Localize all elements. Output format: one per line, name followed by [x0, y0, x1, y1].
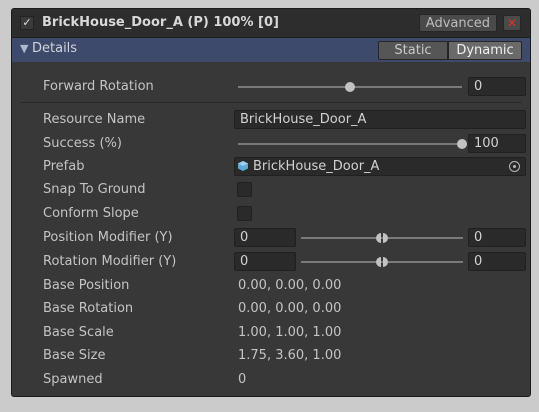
conform-slope-label: Conform Slope: [43, 206, 139, 221]
close-button[interactable]: ✕: [503, 15, 521, 31]
position-modifier-range-handle[interactable]: [376, 233, 388, 243]
spawned-value: 0: [238, 372, 247, 387]
rotation-modifier-max-input[interactable]: 0: [468, 252, 526, 271]
foldout-arrow-icon: ▼: [20, 42, 29, 55]
success-slider-track[interactable]: [238, 143, 462, 145]
forward-rotation-label: Forward Rotation: [43, 79, 154, 94]
base-position-label: Base Position: [43, 278, 130, 293]
base-size-value: 1.75, 3.60, 1.00: [238, 348, 342, 363]
details-foldout-header[interactable]: ▼ Details Static Dynamic: [12, 38, 530, 62]
position-modifier-max-input[interactable]: 0: [468, 228, 526, 247]
section-divider: [20, 102, 522, 103]
resource-name-input[interactable]: BrickHouse_Door_A: [234, 110, 526, 129]
spawner-inspector-panel: ✓ BrickHouse_Door_A (P) 100% [0] Advance…: [11, 8, 531, 397]
snap-to-ground-label: Snap To Ground: [43, 182, 146, 197]
prefab-cube-icon: [238, 161, 248, 171]
rotation-modifier-label: Rotation Modifier (Y): [43, 254, 177, 269]
base-size-label: Base Size: [43, 348, 106, 363]
dynamic-toggle-button[interactable]: Dynamic: [448, 41, 522, 60]
spawned-label: Spawned: [43, 372, 103, 387]
advanced-button[interactable]: Advanced: [418, 14, 497, 32]
rotation-modifier-range-handle[interactable]: [376, 257, 388, 267]
position-modifier-min-input[interactable]: 0: [234, 228, 296, 247]
rotation-modifier-min-input[interactable]: 0: [234, 252, 296, 271]
prefab-object-field[interactable]: BrickHouse_Door_A: [234, 157, 526, 176]
success-label: Success (%): [43, 136, 122, 151]
success-slider-thumb[interactable]: [457, 139, 467, 149]
forward-rotation-slider-thumb[interactable]: [345, 82, 355, 92]
panel-header: ✓ BrickHouse_Door_A (P) 100% [0] Advance…: [12, 9, 530, 38]
details-label: Details: [32, 41, 78, 56]
prefab-label: Prefab: [43, 159, 85, 174]
forward-rotation-input[interactable]: 0: [468, 77, 526, 96]
panel-title: BrickHouse_Door_A (P) 100% [0]: [42, 15, 279, 30]
base-rotation-value: 0.00, 0.00, 0.00: [238, 301, 342, 316]
position-modifier-label: Position Modifier (Y): [43, 230, 173, 245]
base-rotation-label: Base Rotation: [43, 301, 134, 316]
enabled-checkbox[interactable]: ✓: [20, 16, 34, 30]
snap-to-ground-checkbox[interactable]: [237, 182, 252, 197]
base-position-value: 0.00, 0.00, 0.00: [238, 278, 342, 293]
object-picker-icon[interactable]: [509, 161, 520, 172]
base-scale-label: Base Scale: [43, 325, 114, 340]
success-input[interactable]: 100: [468, 134, 526, 153]
base-scale-value: 1.00, 1.00, 1.00: [238, 325, 342, 340]
static-toggle-button[interactable]: Static: [378, 41, 448, 60]
resource-name-label: Resource Name: [43, 112, 146, 127]
prefab-value: BrickHouse_Door_A: [253, 159, 380, 174]
conform-slope-checkbox[interactable]: [237, 206, 252, 221]
